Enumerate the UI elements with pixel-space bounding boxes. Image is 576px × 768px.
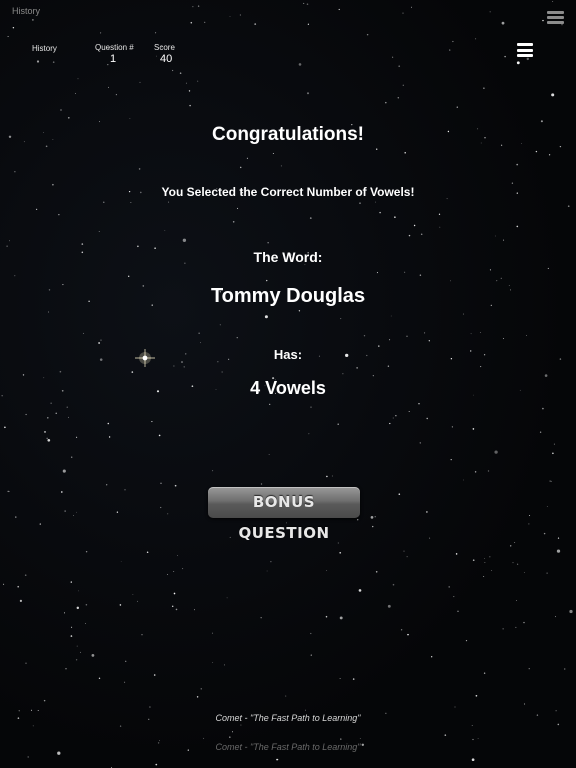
question-number-label: Question #	[95, 43, 134, 52]
bonus-question-button[interactable]: BONUS QUESTION	[208, 487, 360, 542]
top-history-label: History	[12, 6, 41, 16]
vowel-count: 4 Vowels	[250, 378, 326, 398]
footer-tagline-faded: Comet - "The Fast Path to Learning"	[215, 742, 361, 752]
footer-tagline: Comet - "The Fast Path to Learning"	[215, 713, 361, 723]
question-number-value: 1	[110, 53, 117, 65]
score-value: 40	[160, 53, 173, 65]
word-value: Tommy Douglas	[210, 285, 366, 307]
has-label: Has:	[273, 347, 303, 362]
top-menu-icon[interactable]	[547, 11, 564, 24]
word-label: The Word:	[253, 249, 323, 265]
congratulations-title: Congratulations!	[212, 124, 364, 145]
result-message: You Selected the Correct Number of Vowel…	[161, 185, 415, 199]
hamburger-menu-icon[interactable]	[517, 43, 533, 57]
score-label: Score	[154, 43, 175, 52]
history-link[interactable]: History	[32, 44, 57, 53]
